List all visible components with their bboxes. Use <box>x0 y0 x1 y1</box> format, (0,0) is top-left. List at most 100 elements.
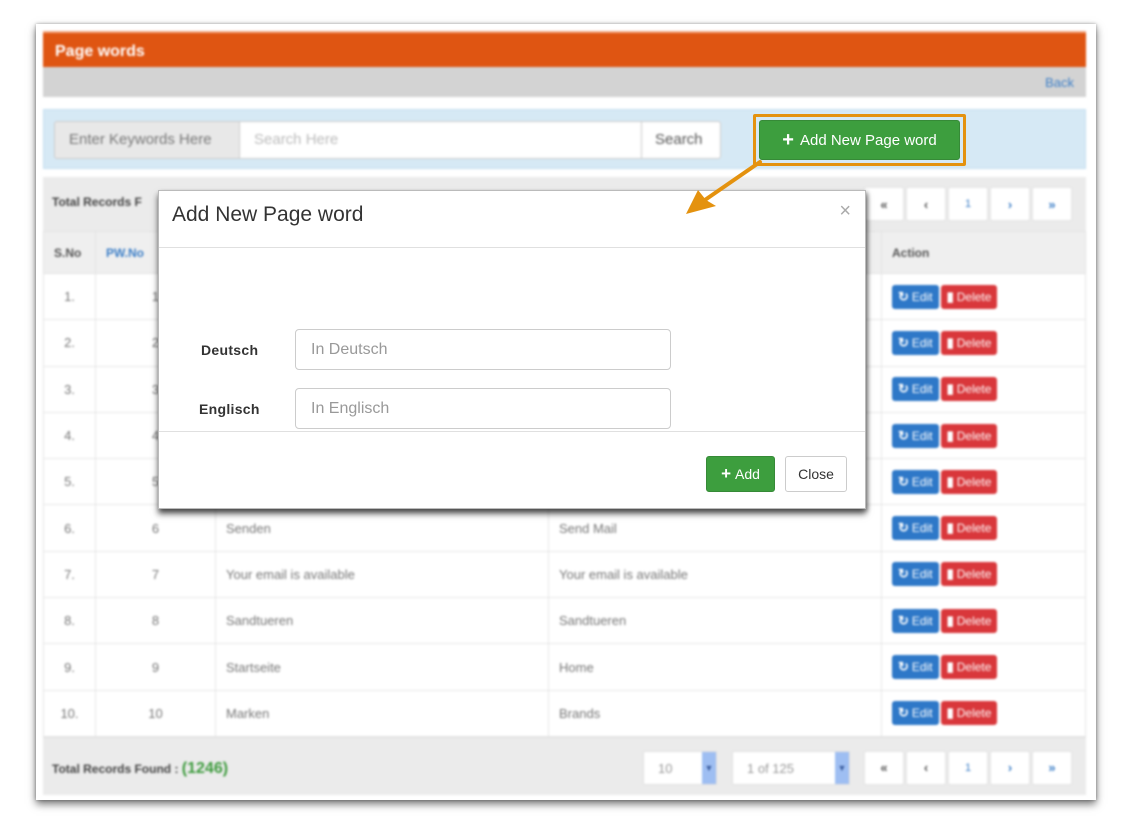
next-page-button[interactable]: › <box>990 750 1030 785</box>
prev-page-button[interactable]: ‹ <box>906 750 946 785</box>
delete-button[interactable]: ▮ Delete <box>940 655 998 680</box>
cell-pwno: 7 <box>95 550 216 599</box>
trash-icon: ▮ <box>946 566 954 582</box>
cell-action: ↻ Edit ▮ Delete <box>881 550 1086 599</box>
edit-icon: ↻ <box>898 473 909 489</box>
delete-label: Delete <box>956 706 992 721</box>
bottom-pagination: « ‹ 1 › » <box>864 750 1072 785</box>
chevron-down-icon: ▼ <box>702 751 716 784</box>
delete-button[interactable]: ▮ Delete <box>940 284 998 309</box>
add-new-page-word-button[interactable]: + Add New Page word <box>759 120 960 160</box>
cell-englisch: Your email is available <box>548 550 882 599</box>
edit-button[interactable]: ↻ Edit <box>892 330 939 355</box>
delete-button[interactable]: ▮ Delete <box>940 516 998 541</box>
last-page-button[interactable]: » <box>1032 187 1072 221</box>
page-number-button[interactable]: 1 <box>948 187 988 221</box>
englisch-label: Englisch <box>199 401 260 417</box>
table-footer: Total Records Found : (1246) 10 ▼ 1 of 1… <box>43 736 1086 795</box>
trash-icon: ▮ <box>946 288 954 304</box>
page-size-select[interactable]: 10 ▼ <box>643 750 717 785</box>
edit-button[interactable]: ↻ Edit <box>892 377 939 402</box>
trash-icon: ▮ <box>946 334 954 350</box>
delete-label: Delete <box>956 335 992 350</box>
edit-button[interactable]: ↻ Edit <box>892 608 939 633</box>
trash-icon: ▮ <box>946 612 954 628</box>
delete-label: Delete <box>956 567 992 582</box>
plus-icon: + <box>721 464 731 483</box>
delete-button[interactable]: ▮ Delete <box>940 330 998 355</box>
delete-button[interactable]: ▮ Delete <box>940 608 998 633</box>
cell-deutsch: Sandtueren <box>215 597 549 645</box>
edit-button[interactable]: ↻ Edit <box>892 469 939 494</box>
edit-icon: ↻ <box>898 381 909 397</box>
add-button[interactable]: + Add <box>706 456 775 492</box>
sub-bar: Back <box>43 67 1086 97</box>
edit-button[interactable]: ↻ Edit <box>892 655 939 680</box>
cell-action: ↻ Edit ▮ Delete <box>881 504 1086 552</box>
delete-button[interactable]: ▮ Delete <box>940 469 998 494</box>
delete-label: Delete <box>956 382 992 397</box>
edit-label: Edit <box>911 474 933 489</box>
next-page-button[interactable]: › <box>990 187 1030 221</box>
delete-label: Delete <box>956 660 992 675</box>
edit-icon: ↻ <box>898 705 909 721</box>
deutsch-input[interactable] <box>295 329 671 370</box>
edit-button[interactable]: ↻ Edit <box>892 701 939 726</box>
trash-icon: ▮ <box>946 381 954 397</box>
cell-sno: 5. <box>43 458 96 506</box>
table-row: 10. 10 Marken Brands ↻ Edit ▮ Delete <box>43 689 1086 737</box>
first-page-button[interactable]: « <box>864 187 904 221</box>
edit-icon: ↻ <box>898 288 909 304</box>
delete-button[interactable]: ▮ Delete <box>940 423 998 448</box>
search-button[interactable]: Search <box>641 121 721 159</box>
edit-label: Edit <box>911 706 933 721</box>
trash-icon: ▮ <box>946 659 954 675</box>
last-page-button[interactable]: » <box>1032 750 1072 785</box>
top-pagination: « ‹ 1 › » <box>864 187 1072 221</box>
edit-icon: ↻ <box>898 612 909 628</box>
close-button[interactable]: Close <box>785 456 847 492</box>
page-number-button[interactable]: 1 <box>948 750 988 785</box>
first-page-button[interactable]: « <box>864 750 904 785</box>
edit-label: Edit <box>911 289 933 304</box>
prev-page-button[interactable]: ‹ <box>906 187 946 221</box>
trash-icon: ▮ <box>946 705 954 721</box>
edit-button[interactable]: ↻ Edit <box>892 284 939 309</box>
edit-button[interactable]: ↻ Edit <box>892 562 939 587</box>
edit-button[interactable]: ↻ Edit <box>892 516 939 541</box>
panel-title: Page words <box>43 31 1086 67</box>
englisch-input[interactable] <box>295 388 671 429</box>
chevron-down-icon: ▼ <box>835 751 849 784</box>
back-link[interactable]: Back <box>1045 75 1074 90</box>
cell-action: ↻ Edit ▮ Delete <box>881 689 1086 737</box>
page-size-value: 10 <box>658 760 673 776</box>
table-row: 8. 8 Sandtueren Sandtueren ↻ Edit ▮ Delete <box>43 597 1086 645</box>
edit-icon: ↻ <box>898 520 909 536</box>
edit-label: Edit <box>911 613 933 628</box>
cell-sno: 2. <box>43 319 96 367</box>
delete-button[interactable]: ▮ Delete <box>940 562 998 587</box>
cell-pwno: 10 <box>95 689 216 737</box>
table-row: 9. 9 Startseite Home ↻ Edit ▮ Delete <box>43 643 1086 691</box>
total-records-label: Total Records Found : <box>52 761 179 776</box>
cell-action: ↻ Edit ▮ Delete <box>881 411 1086 460</box>
cell-englisch: Send Mail <box>548 504 882 552</box>
cell-deutsch: Senden <box>215 504 549 552</box>
search-input[interactable]: Search Here <box>239 121 642 159</box>
cell-action: ↻ Edit ▮ Delete <box>881 643 1086 691</box>
cell-pwno: 6 <box>95 504 216 552</box>
cell-deutsch: Startseite <box>215 643 549 691</box>
delete-button[interactable]: ▮ Delete <box>940 377 998 402</box>
add-page-word-modal: Add New Page word × Deutsch Englisch + A… <box>158 190 866 509</box>
edit-button[interactable]: ↻ Edit <box>892 423 939 448</box>
cell-sno: 10. <box>43 689 96 737</box>
cell-pwno: 9 <box>95 643 216 691</box>
cell-sno: 3. <box>43 365 96 413</box>
delete-label: Delete <box>956 613 992 628</box>
close-icon[interactable]: × <box>839 200 851 223</box>
cell-sno: 4. <box>43 411 96 460</box>
page-jump-select[interactable]: 1 of 125 ▼ <box>732 750 850 785</box>
edit-icon: ↻ <box>898 566 909 582</box>
edit-icon: ↻ <box>898 659 909 675</box>
delete-button[interactable]: ▮ Delete <box>940 701 998 726</box>
